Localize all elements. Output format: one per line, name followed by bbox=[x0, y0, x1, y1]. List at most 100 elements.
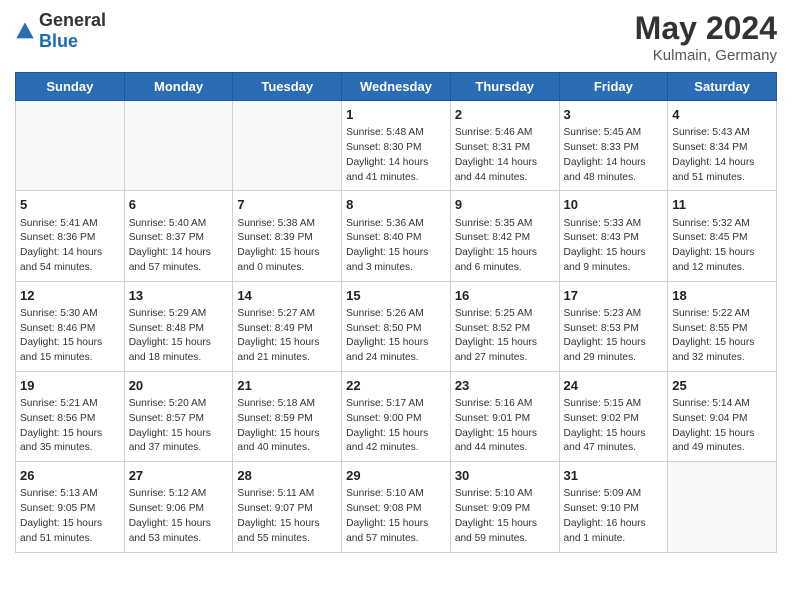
calendar-cell: 13 Sunrise: 5:29 AM Sunset: 8:48 PM Dayli… bbox=[124, 281, 233, 371]
calendar-cell: 21 Sunrise: 5:18 AM Sunset: 8:59 PM Dayli… bbox=[233, 371, 342, 461]
logo-general: General bbox=[39, 10, 106, 30]
calendar-cell: 22 Sunrise: 5:17 AM Sunset: 9:00 PM Dayli… bbox=[342, 371, 451, 461]
calendar-cell: 20Sunrise: 5:20 AM Sunset: 8:57 PM Dayli… bbox=[124, 371, 233, 461]
day-info: Sunrise: 5:10 AM Sunset: 9:08 PM Dayligh… bbox=[346, 487, 446, 546]
day-number: 25 bbox=[672, 377, 772, 395]
day-number: 16 bbox=[455, 287, 555, 305]
day-info: Sunrise: 5:35 AM Sunset: 8:42 PM Dayligh… bbox=[455, 217, 555, 276]
day-info: Sunrise: 5:20 AM Sunset: 8:57 PM Dayligh… bbox=[129, 397, 229, 456]
day-info: Sunrise: 5:45 AM Sunset: 8:33 PM Dayligh… bbox=[564, 126, 664, 185]
day-info: Sunrise: 5:26 AM Sunset: 8:50 PM Dayligh… bbox=[346, 307, 446, 366]
day-number: 7 bbox=[237, 196, 337, 214]
day-number: 24 bbox=[564, 377, 664, 395]
day-info: Sunrise: 5:14 AM Sunset: 9:04 PM Dayligh… bbox=[672, 397, 772, 456]
day-info: Sunrise: 5:10 AM Sunset: 9:09 PM Dayligh… bbox=[455, 487, 555, 546]
calendar-week-row: 1Sunrise: 5:48 AM Sunset: 8:30 PM Daylig… bbox=[16, 101, 777, 191]
calendar-cell: 4Sunrise: 5:43 AM Sunset: 8:34 PM Daylig… bbox=[668, 101, 777, 191]
day-number: 27 bbox=[129, 467, 229, 485]
logo-blue: Blue bbox=[39, 31, 78, 51]
day-number: 1 bbox=[346, 106, 446, 124]
day-info: Sunrise: 5:09 AM Sunset: 9:10 PM Dayligh… bbox=[564, 487, 664, 546]
title-area: May 2024 Kulmain, Germany bbox=[635, 10, 777, 64]
calendar-cell: 27 Sunrise: 5:12 AM Sunset: 9:06 PM Dayli… bbox=[124, 462, 233, 552]
calendar-cell: 24Sunrise: 5:15 AM Sunset: 9:02 PM Dayli… bbox=[559, 371, 668, 461]
day-number: 3 bbox=[564, 106, 664, 124]
calendar-cell: 1Sunrise: 5:48 AM Sunset: 8:30 PM Daylig… bbox=[342, 101, 451, 191]
calendar-cell: 23Sunrise: 5:16 AM Sunset: 9:01 PM Dayli… bbox=[450, 371, 559, 461]
calendar-cell: 12 Sunrise: 5:30 AM Sunset: 8:46 PM Dayli… bbox=[16, 281, 125, 371]
day-info: Sunrise: 5:11 AM Sunset: 9:07 PM Dayligh… bbox=[237, 487, 337, 546]
day-number: 11 bbox=[672, 196, 772, 214]
calendar-cell: 18Sunrise: 5:22 AM Sunset: 8:55 PM Dayli… bbox=[668, 281, 777, 371]
calendar-cell bbox=[124, 101, 233, 191]
day-number: 8 bbox=[346, 196, 446, 214]
day-number: 5 bbox=[20, 196, 120, 214]
day-info: Sunrise: 5:33 AM Sunset: 8:43 PM Dayligh… bbox=[564, 217, 664, 276]
day-info: Sunrise: 5:29 AM Sunset: 8:48 PM Dayligh… bbox=[129, 307, 229, 366]
header-day: Sunday bbox=[16, 73, 125, 101]
calendar-cell: 31 Sunrise: 5:09 AM Sunset: 9:10 PM Dayli… bbox=[559, 462, 668, 552]
calendar-cell: 14 Sunrise: 5:27 AM Sunset: 8:49 PM Dayli… bbox=[233, 281, 342, 371]
day-number: 28 bbox=[237, 467, 337, 485]
calendar-cell: 2Sunrise: 5:46 AM Sunset: 8:31 PM Daylig… bbox=[450, 101, 559, 191]
day-info: Sunrise: 5:27 AM Sunset: 8:49 PM Dayligh… bbox=[237, 307, 337, 366]
calendar-week-row: 5 Sunrise: 5:41 AM Sunset: 8:36 PM Daylig… bbox=[16, 191, 777, 281]
calendar-cell: 3 Sunrise: 5:45 AM Sunset: 8:33 PM Daylig… bbox=[559, 101, 668, 191]
day-number: 4 bbox=[672, 106, 772, 124]
day-info: Sunrise: 5:38 AM Sunset: 8:39 PM Dayligh… bbox=[237, 217, 337, 276]
calendar-cell: 28 Sunrise: 5:11 AM Sunset: 9:07 PM Dayli… bbox=[233, 462, 342, 552]
logo: General Blue bbox=[15, 10, 106, 52]
day-number: 30 bbox=[455, 467, 555, 485]
day-info: Sunrise: 5:12 AM Sunset: 9:06 PM Dayligh… bbox=[129, 487, 229, 546]
day-info: Sunrise: 5:17 AM Sunset: 9:00 PM Dayligh… bbox=[346, 397, 446, 456]
day-info: Sunrise: 5:46 AM Sunset: 8:31 PM Dayligh… bbox=[455, 126, 555, 185]
calendar-cell: 10Sunrise: 5:33 AM Sunset: 8:43 PM Dayli… bbox=[559, 191, 668, 281]
calendar-cell: 16 Sunrise: 5:25 AM Sunset: 8:52 PM Dayli… bbox=[450, 281, 559, 371]
calendar-cell: 8 Sunrise: 5:36 AM Sunset: 8:40 PM Daylig… bbox=[342, 191, 451, 281]
day-number: 29 bbox=[346, 467, 446, 485]
day-number: 26 bbox=[20, 467, 120, 485]
header-day: Wednesday bbox=[342, 73, 451, 101]
day-info: Sunrise: 5:22 AM Sunset: 8:55 PM Dayligh… bbox=[672, 307, 772, 366]
header-day: Monday bbox=[124, 73, 233, 101]
day-info: Sunrise: 5:13 AM Sunset: 9:05 PM Dayligh… bbox=[20, 487, 120, 546]
day-number: 13 bbox=[129, 287, 229, 305]
calendar-cell: 5 Sunrise: 5:41 AM Sunset: 8:36 PM Daylig… bbox=[16, 191, 125, 281]
header-day: Tuesday bbox=[233, 73, 342, 101]
day-number: 21 bbox=[237, 377, 337, 395]
calendar-cell: 9 Sunrise: 5:35 AM Sunset: 8:42 PM Daylig… bbox=[450, 191, 559, 281]
day-info: Sunrise: 5:36 AM Sunset: 8:40 PM Dayligh… bbox=[346, 217, 446, 276]
day-number: 31 bbox=[564, 467, 664, 485]
header-day: Thursday bbox=[450, 73, 559, 101]
calendar-cell bbox=[668, 462, 777, 552]
day-number: 19 bbox=[20, 377, 120, 395]
day-info: Sunrise: 5:25 AM Sunset: 8:52 PM Dayligh… bbox=[455, 307, 555, 366]
day-info: Sunrise: 5:21 AM Sunset: 8:56 PM Dayligh… bbox=[20, 397, 120, 456]
calendar-cell: 29 Sunrise: 5:10 AM Sunset: 9:08 PM Dayli… bbox=[342, 462, 451, 552]
calendar-header-row: SundayMondayTuesdayWednesdayThursdayFrid… bbox=[16, 73, 777, 101]
day-number: 14 bbox=[237, 287, 337, 305]
day-info: Sunrise: 5:16 AM Sunset: 9:01 PM Dayligh… bbox=[455, 397, 555, 456]
day-number: 17 bbox=[564, 287, 664, 305]
day-number: 6 bbox=[129, 196, 229, 214]
day-info: Sunrise: 5:18 AM Sunset: 8:59 PM Dayligh… bbox=[237, 397, 337, 456]
calendar-subtitle: Kulmain, Germany bbox=[635, 47, 777, 64]
day-number: 9 bbox=[455, 196, 555, 214]
calendar-cell: 26 Sunrise: 5:13 AM Sunset: 9:05 PM Dayli… bbox=[16, 462, 125, 552]
day-info: Sunrise: 5:41 AM Sunset: 8:36 PM Dayligh… bbox=[20, 217, 120, 276]
calendar-cell: 17 Sunrise: 5:23 AM Sunset: 8:53 PM Dayli… bbox=[559, 281, 668, 371]
calendar-week-row: 12 Sunrise: 5:30 AM Sunset: 8:46 PM Dayli… bbox=[16, 281, 777, 371]
day-number: 15 bbox=[346, 287, 446, 305]
calendar-cell bbox=[233, 101, 342, 191]
day-number: 22 bbox=[346, 377, 446, 395]
day-number: 12 bbox=[20, 287, 120, 305]
calendar-table: SundayMondayTuesdayWednesdayThursdayFrid… bbox=[15, 72, 777, 553]
day-info: Sunrise: 5:40 AM Sunset: 8:37 PM Dayligh… bbox=[129, 217, 229, 276]
calendar-cell: 7 Sunrise: 5:38 AM Sunset: 8:39 PM Daylig… bbox=[233, 191, 342, 281]
calendar-week-row: 19 Sunrise: 5:21 AM Sunset: 8:56 PM Dayli… bbox=[16, 371, 777, 461]
calendar-title: May 2024 bbox=[635, 10, 777, 47]
header-day: Friday bbox=[559, 73, 668, 101]
day-info: Sunrise: 5:23 AM Sunset: 8:53 PM Dayligh… bbox=[564, 307, 664, 366]
header-day: Saturday bbox=[668, 73, 777, 101]
day-info: Sunrise: 5:30 AM Sunset: 8:46 PM Dayligh… bbox=[20, 307, 120, 366]
